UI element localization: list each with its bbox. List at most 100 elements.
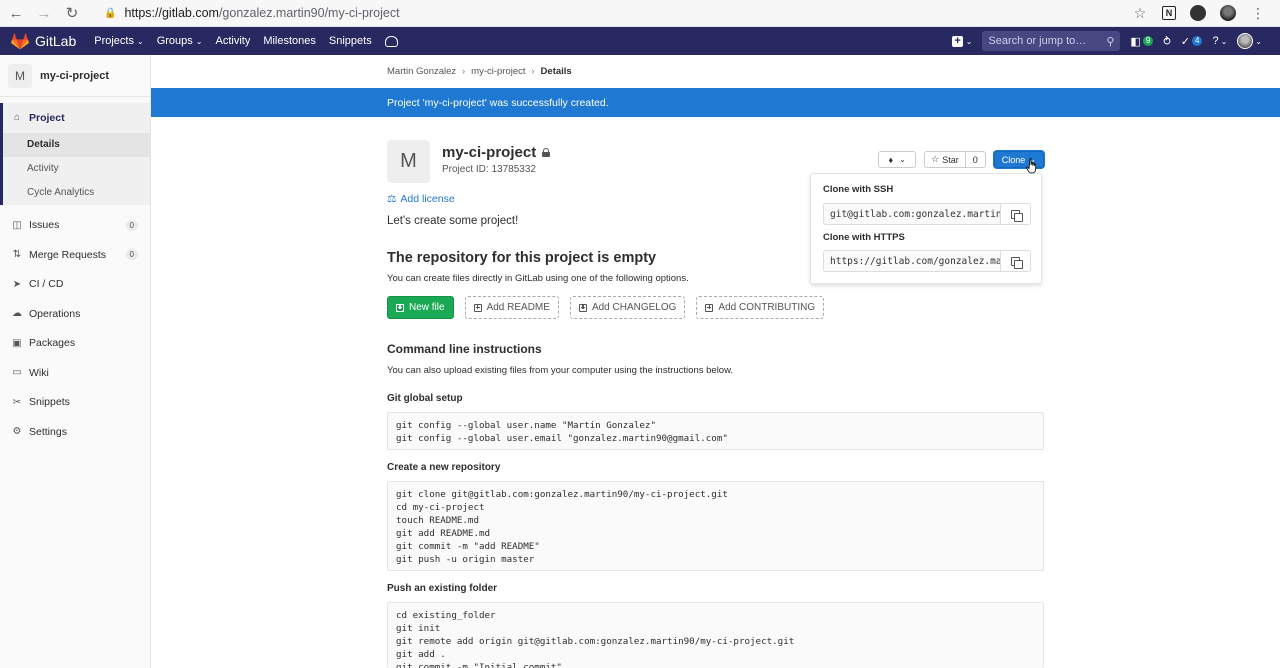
copy-https-button[interactable] (1000, 251, 1030, 271)
gitlab-header: GitLab Projects ⌄ Groups ⌄ Activity Milest… (0, 27, 1280, 55)
sidebar-item-issues[interactable]: ◫ Issues 0 (0, 211, 150, 241)
todos-button[interactable]: ✓ 4 (1181, 35, 1203, 48)
nav-snippets[interactable]: Snippets (329, 35, 372, 47)
sidebar-item-snippets[interactable]: ✂ Snippets (0, 388, 150, 418)
gitlab-logo[interactable]: GitLab (11, 32, 76, 50)
issues-icon: ◫ (12, 219, 22, 231)
profile-avatar[interactable] (1220, 5, 1236, 21)
notification-button[interactable]: ♦ ⌄ (878, 151, 917, 168)
lock-icon (542, 148, 551, 157)
flash-notice: Project 'my-ci-project' was successfully… (151, 88, 1280, 117)
cloud-gear-icon: ☁ (12, 308, 22, 320)
merge-request-icon: ⇅ (12, 249, 22, 261)
search-icon: ⚲ (1106, 35, 1115, 48)
star-count[interactable]: 0 (966, 152, 985, 167)
project-actions: ♦ ⌄ ☆ Star 0 Clone ⌄ (878, 151, 1044, 168)
star-icon: ☆ (931, 154, 940, 164)
clone-https-label: Clone with HTTPS (823, 232, 905, 243)
nav-activity[interactable]: Activity (215, 35, 250, 47)
tanuki-icon (11, 32, 29, 49)
copy-icon (1011, 209, 1023, 222)
sidebar-subitem-cycle-analytics[interactable]: Cycle Analytics (3, 181, 150, 205)
plus-square-icon (473, 303, 482, 312)
star-button[interactable]: ☆ Star (925, 152, 966, 167)
sidebar-item-project[interactable]: ⌂ Project (0, 103, 150, 133)
breadcrumb-project[interactable]: my-ci-project (471, 66, 525, 77)
nav-projects[interactable]: Projects ⌄ (94, 35, 143, 47)
project-avatar-large: M (387, 140, 430, 183)
breadcrumb-current[interactable]: Details (541, 66, 572, 77)
user-menu[interactable]: ⌄ (1237, 33, 1262, 49)
copy-icon (1011, 256, 1023, 269)
page-title: my-ci-project (442, 144, 551, 161)
copy-ssh-button[interactable] (1000, 204, 1030, 224)
add-license-link[interactable]: ⚖ Add license (387, 193, 455, 205)
file-buttons: New file Add README Add CHANGELOG Add CO… (387, 296, 825, 319)
browser-toolbar: ← → ↻ 🔒 https://gitlab.com/gonzalez.mart… (0, 0, 1280, 27)
breadcrumb-owner[interactable]: Martin Gonzalez (387, 66, 456, 77)
gauge-icon (384, 35, 398, 47)
plus-square-icon (396, 303, 404, 312)
project-description: Let's create some project! (387, 215, 519, 227)
merge-requests-button[interactable]: ⥁ (1163, 35, 1171, 48)
bookmark-star-icon[interactable]: ☆ (1132, 5, 1148, 21)
chevron-down-icon: ⌄ (965, 36, 973, 46)
sidebar-project-name: my-ci-project (40, 69, 110, 82)
chevron-down-icon: ⌄ (1220, 36, 1228, 46)
cli-subtitle: You can also upload existing files from … (387, 365, 734, 376)
sidebar-item-operations[interactable]: ☁ Operations (0, 299, 150, 329)
star-group: ☆ Star 0 (924, 151, 986, 168)
sidebar-item-ci-cd[interactable]: ➤ CI / CD (0, 270, 150, 300)
push-folder-code: cd existing_folder git init git remote a… (387, 602, 1044, 668)
project-id: Project ID: 13785332 (442, 164, 536, 175)
forward-icon[interactable]: → (32, 1, 56, 25)
scissors-icon: ✂ (12, 396, 22, 408)
menu-icon[interactable]: ⋮ (1250, 5, 1266, 21)
book-icon: ▭ (12, 367, 22, 379)
back-icon[interactable]: ← (4, 1, 28, 25)
chevron-down-icon: ⌄ (1255, 36, 1262, 46)
sidebar-item-wiki[interactable]: ▭ Wiki (0, 358, 150, 388)
new-dropdown-button[interactable]: + ⌄ (952, 35, 973, 47)
chevron-down-icon: ⌄ (899, 155, 906, 164)
extension-icon[interactable] (1190, 5, 1206, 21)
clone-https-field: https://gitlab.com/gonzalez.martin90/my-… (823, 250, 1031, 272)
git-global-title: Git global setup (387, 393, 463, 404)
sidebar-item-packages[interactable]: ▣ Packages (0, 329, 150, 359)
clone-ssh-label: Clone with SSH (823, 184, 894, 195)
chevron-right-icon: › (531, 66, 535, 76)
sidebar-submenu-project: Details Activity Cycle Analytics (0, 132, 150, 205)
merge-request-icon: ⥁ (1163, 35, 1171, 48)
sidebar-subitem-activity[interactable]: Activity (3, 157, 150, 181)
sidebar-item-merge-requests[interactable]: ⇅ Merge Requests 0 (0, 240, 150, 270)
nav-groups[interactable]: Groups ⌄ (157, 35, 203, 47)
new-file-button[interactable]: New file (387, 296, 454, 319)
cli-title: Command line instructions (387, 342, 542, 356)
add-changelog-button[interactable]: Add CHANGELOG (569, 296, 686, 319)
add-contributing-button[interactable]: Add CONTRIBUTING (696, 296, 825, 319)
address-bar[interactable]: https://gitlab.com/gonzalez.martin90/my-… (124, 6, 399, 20)
nav-analytics[interactable] (384, 35, 398, 47)
nav-milestones[interactable]: Milestones (263, 35, 316, 47)
notion-extension-icon[interactable]: N (1162, 6, 1176, 20)
reload-icon[interactable]: ↻ (60, 1, 84, 25)
gear-icon: ⚙ (12, 426, 22, 438)
git-global-code: git config --global user.name "Martin Go… (387, 412, 1044, 450)
clone-ssh-input[interactable]: git@gitlab.com:gonzalez.martin90/my-ci-p… (824, 204, 1000, 224)
sidebar-item-settings[interactable]: ⚙ Settings (0, 417, 150, 447)
empty-repo-subtitle: You can create files directly in GitLab … (387, 273, 689, 284)
chevron-right-icon: › (462, 66, 466, 76)
issues-button[interactable]: ◧ 9 (1130, 35, 1154, 48)
clone-https-input[interactable]: https://gitlab.com/gonzalez.martin90/my-… (824, 251, 1000, 271)
push-folder-title: Push an existing folder (387, 583, 498, 594)
help-button[interactable]: ? ⌄ (1212, 35, 1227, 47)
package-icon: ▣ (12, 337, 22, 349)
add-readme-button[interactable]: Add README (464, 296, 559, 319)
sidebar-project-header[interactable]: M my-ci-project (0, 55, 150, 97)
breadcrumb: Martin Gonzalez › my-ci-project › Detail… (387, 63, 572, 79)
new-repo-title: Create a new repository (387, 462, 501, 473)
search-input[interactable]: Search or jump to… ⚲ (982, 31, 1121, 51)
clone-dropdown: Clone with SSH git@gitlab.com:gonzalez.m… (810, 173, 1042, 284)
scale-icon: ⚖ (387, 193, 397, 205)
sidebar-subitem-details[interactable]: Details (3, 132, 150, 157)
